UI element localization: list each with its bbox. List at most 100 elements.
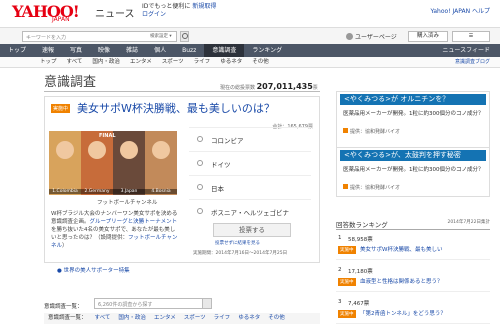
option-label: コロンビア — [211, 137, 244, 145]
id-promo: IDでもっと便利に 新規取得 ログイン — [142, 3, 216, 19]
nav-individual[interactable]: 個人 — [146, 44, 174, 57]
search-settings[interactable]: 検索設定 ▾ — [150, 33, 172, 39]
subnav-life[interactable]: ライフ — [189, 57, 216, 67]
subnav-all[interactable]: すべて — [62, 57, 88, 67]
rank-title[interactable]: 美女サポW杯決勝戦、最も美しい — [360, 245, 442, 253]
survey-blog-link[interactable]: 意識調査ブログ — [455, 57, 500, 67]
search-row: キーワードを入力 検索設定 ▾ ユーザーページ 購入済み ☰ — [0, 27, 500, 44]
survey-title[interactable]: 美女サポW杯決勝戦、最も美しいのは？ — [77, 100, 275, 116]
menu-icon[interactable]: ☰ — [452, 31, 490, 42]
nav-video[interactable]: 映像 — [90, 44, 118, 57]
photo-panel: 2.Germany — [81, 131, 113, 195]
status-badge: 実施中 — [51, 104, 71, 113]
nav-magazine[interactable]: 雑誌 — [118, 44, 146, 57]
category-sports[interactable]: スポーツ — [180, 313, 210, 324]
subnav-sports[interactable]: スポーツ — [157, 57, 189, 67]
view-results-link[interactable]: 投票せずに結果を見る — [215, 240, 260, 246]
photo-credit: フットボールチャンネル — [97, 200, 158, 206]
category-all[interactable]: すべて — [91, 313, 115, 324]
face-shape — [88, 141, 106, 159]
login-link[interactable]: ログイン — [142, 11, 166, 18]
option-colombia[interactable]: コロンビア — [189, 127, 311, 151]
survey-list-label: 意識調査一覧： — [44, 304, 83, 310]
ranking-item[interactable]: 2 17,180票 実施中 血液型と性格は関係あると思う？ — [336, 264, 490, 292]
divider — [44, 91, 320, 92]
subnav-casual[interactable]: ゆるネタ — [215, 57, 247, 67]
nav-ranking[interactable]: ランキング — [244, 44, 290, 57]
section-title[interactable]: ニュース — [95, 5, 135, 20]
category-entertainment[interactable]: エンタメ — [150, 313, 180, 324]
divider — [336, 229, 490, 230]
option-bosnia[interactable]: ボスニア・ヘルツェゴビナ — [189, 199, 311, 223]
desc-link[interactable]: グループリーグと決勝トーナメント — [90, 219, 178, 225]
search-icon[interactable] — [202, 298, 212, 309]
ranking-item[interactable]: 1 58,958票 実施中 美女サポW杯決勝戦、最も美しい — [336, 232, 490, 260]
category-bar: 意識調査一覧： すべて 国内・政治 エンタメ スポーツ ライフ ゆるネタ その他 — [44, 313, 320, 324]
option-japan[interactable]: 日本 — [189, 175, 311, 199]
radio-icon[interactable] — [197, 160, 203, 166]
provider-icon — [343, 128, 348, 133]
nav-breaking[interactable]: 速報 — [34, 44, 62, 57]
nav-photo[interactable]: 写真 — [62, 44, 90, 57]
top-links[interactable]: Yahoo! JAPAN ヘルプ — [431, 6, 490, 15]
user-page-label: ユーザーページ — [355, 34, 397, 41]
vote-button[interactable]: 投票する — [213, 223, 291, 237]
option-label: 日本 — [211, 185, 224, 193]
total-value: 207,011,435 — [256, 82, 313, 91]
photo-label: 4.Bosnia — [145, 189, 177, 194]
ranking-item[interactable]: 3 7,467票 実施中 「第2青函トンネル」をどう思う？ — [336, 296, 490, 324]
nav-buzz[interactable]: Buzz — [174, 44, 204, 57]
photo-label: 3.Japan — [113, 189, 145, 194]
survey-card: 実施中 美女サポW杯決勝戦、最も美しいのは？ 合計：165,679票 1.Col… — [44, 96, 320, 274]
sidebar-ad[interactable]: <やくみつる>が、太鼓判を押す秘密 医薬品用メーカーが開発。1粒に約300個分の… — [336, 147, 490, 197]
total-votes: 現在の総投票数 207,011,435票 — [220, 82, 318, 91]
purchased-button[interactable]: 購入済み — [408, 31, 448, 42]
nav-survey[interactable]: 意識調査 — [204, 44, 245, 57]
category-other[interactable]: その他 — [264, 313, 289, 324]
radio-icon[interactable] — [197, 184, 203, 190]
subnav-entertainment[interactable]: エンタメ — [125, 57, 157, 67]
rank-title[interactable]: 血液型と性格は関係あると思う？ — [360, 277, 443, 285]
rank-votes: 58,958票 — [348, 237, 373, 243]
rank-votes: 7,467票 — [348, 301, 370, 307]
nav-newsfeed[interactable]: ニュースフィード — [442, 44, 500, 57]
survey-search-input[interactable]: 6,260件の調査から探す — [94, 298, 204, 309]
radio-icon[interactable] — [197, 208, 203, 214]
feature-link[interactable]: ● 世界の美人サポーター特集 — [57, 266, 130, 274]
category-casual[interactable]: ゆるネタ — [234, 313, 264, 324]
ad-provider-label: 提供：協和発酵バイオ — [350, 129, 401, 135]
yahoo-logo-sub: JAPAN — [52, 16, 70, 23]
rank-title[interactable]: 「第2青函トンネル」をどう思う？ — [360, 309, 446, 317]
feature-label: 世界の美人サポーター特集 — [63, 268, 130, 274]
photo-final-label: FINAL — [99, 133, 116, 139]
rank-number: 2 — [338, 267, 342, 273]
face-shape — [120, 141, 138, 159]
nav-top[interactable]: トップ — [0, 44, 34, 57]
register-link[interactable]: 新規取得 — [192, 3, 216, 10]
user-page-link[interactable]: ユーザーページ — [346, 32, 397, 41]
category-politics[interactable]: 国内・政治 — [114, 313, 150, 324]
user-icon — [346, 33, 353, 40]
option-germany[interactable]: ドイツ — [189, 151, 311, 175]
radio-icon[interactable] — [197, 136, 203, 142]
ad-provider: 提供：協和発酵バイオ — [343, 128, 400, 135]
survey-description: W杯ブラジル大会のナンバーワン美女サポを決める意識調査企画。グループリーグと決勝… — [51, 210, 179, 250]
status-badge: 実施中 — [338, 278, 356, 286]
ad-text: 医薬品用メーカーが開発。1粒に約300個分のコノ成分？ — [343, 111, 484, 117]
sub-nav: トップ すべて 国内・政治 エンタメ スポーツ ライフ ゆるネタ その他 意識調… — [0, 57, 500, 68]
photo-panel: 4.Bosnia — [145, 131, 177, 195]
ad-title[interactable]: <やくみつる>が オルニチンを？ — [340, 94, 486, 105]
photo-label: 2.Germany — [81, 189, 113, 194]
category-life[interactable]: ライフ — [210, 313, 235, 324]
ad-title[interactable]: <やくみつる>が、太鼓判を押す秘密 — [340, 150, 486, 161]
provider-icon — [343, 184, 348, 189]
photo-label: 1.Colombia — [49, 189, 81, 194]
search-icon[interactable] — [180, 31, 189, 42]
subnav-other[interactable]: その他 — [247, 57, 274, 67]
option-label: ボスニア・ヘルツェゴビナ — [211, 209, 289, 217]
photo-panel: 3.Japan — [113, 131, 145, 195]
face-shape — [56, 141, 74, 159]
status-badge: 実施中 — [338, 310, 356, 318]
subnav-top[interactable]: トップ — [0, 57, 62, 67]
subnav-politics[interactable]: 国内・政治 — [87, 57, 125, 67]
